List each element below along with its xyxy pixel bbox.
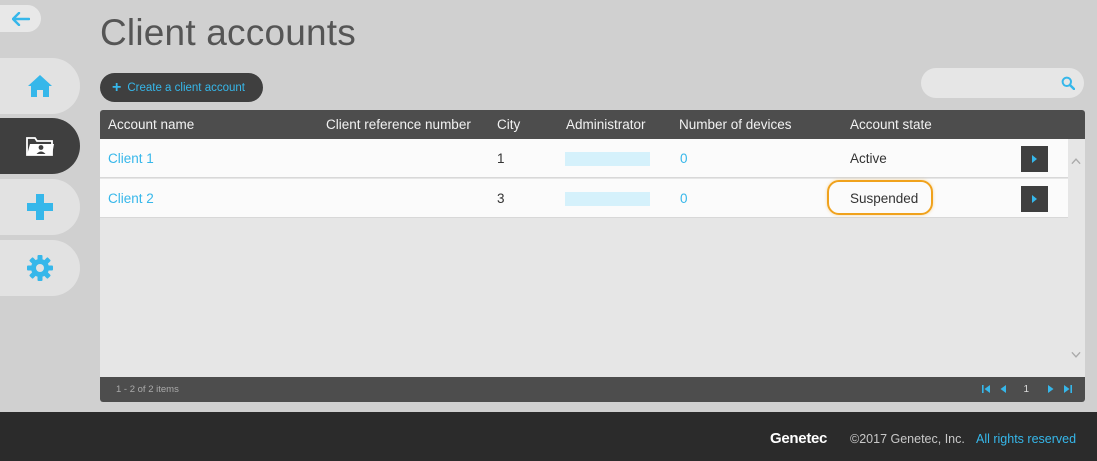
column-header-account-name[interactable]: Account name	[108, 117, 194, 132]
open-account-button[interactable]	[1021, 186, 1048, 212]
home-icon	[28, 75, 52, 97]
last-page-icon[interactable]	[1061, 383, 1073, 395]
column-header-city[interactable]: City	[497, 117, 520, 132]
folder-user-icon	[26, 137, 54, 156]
vertical-scrollbar[interactable]	[1068, 139, 1085, 377]
account-state-cell: Active	[850, 151, 887, 166]
items-count: 1 - 2 of 2 items	[116, 384, 179, 395]
administrator-cell	[565, 152, 650, 166]
arrow-left-icon	[11, 11, 30, 26]
table-row[interactable]: Client 2 3 0 Suspended	[100, 179, 1068, 218]
column-header-number-of-devices[interactable]: Number of devices	[679, 117, 792, 132]
administrator-cell	[565, 192, 650, 206]
column-header-client-reference-number[interactable]: Client reference number	[326, 117, 471, 132]
account-name-link[interactable]: Client 1	[108, 151, 154, 166]
account-state-cell: Suspended	[850, 191, 919, 206]
back-button[interactable]	[0, 5, 41, 32]
search-input[interactable]	[935, 74, 1055, 92]
create-button-label: Create a client account	[127, 81, 245, 94]
previous-page-icon[interactable]	[997, 383, 1009, 395]
table-header: Account name Client reference number Cit…	[100, 110, 1085, 139]
create-client-account-button[interactable]: + Create a client account	[100, 73, 263, 102]
account-name-link[interactable]: Client 2	[108, 191, 154, 206]
city-cell: 3	[497, 191, 505, 206]
sidebar-item-settings[interactable]	[0, 240, 80, 296]
next-page-icon[interactable]	[1044, 383, 1056, 395]
search-box[interactable]	[921, 68, 1084, 98]
devices-count-link[interactable]: 0	[680, 191, 688, 206]
sidebar-item-add[interactable]	[0, 179, 80, 235]
all-rights-reserved-link[interactable]: All rights reserved	[976, 432, 1076, 446]
devices-count-link[interactable]: 0	[680, 151, 688, 166]
sidebar-item-home[interactable]	[0, 58, 80, 114]
gear-icon	[27, 255, 53, 281]
first-page-icon[interactable]	[980, 383, 992, 395]
plus-icon: +	[112, 78, 122, 96]
chevron-up-icon[interactable]	[1071, 156, 1081, 166]
chevron-down-icon[interactable]	[1071, 350, 1081, 360]
copyright-text: ©2017 Genetec, Inc.	[850, 432, 965, 446]
city-cell: 1	[497, 151, 505, 166]
column-header-account-state[interactable]: Account state	[850, 117, 932, 132]
pagination: 1	[975, 383, 1073, 395]
table-row[interactable]: Client 1 1 0 Active	[100, 139, 1068, 178]
page-title: Client accounts	[100, 12, 356, 53]
current-page-number[interactable]: 1	[1023, 384, 1029, 395]
column-header-administrator[interactable]: Administrator	[566, 117, 646, 132]
genetec-logo: Genetec	[770, 430, 828, 447]
client-accounts-table: Account name Client reference number Cit…	[100, 110, 1085, 402]
play-arrow-icon	[1032, 155, 1037, 163]
search-icon[interactable]	[1061, 76, 1075, 90]
plus-icon	[27, 194, 53, 220]
sidebar-item-client-accounts[interactable]	[0, 118, 80, 174]
open-account-button[interactable]	[1021, 146, 1048, 172]
table-footer: 1 - 2 of 2 items 1	[100, 377, 1085, 402]
page-footer: Genetec ©2017 Genetec, Inc. All rights r…	[0, 412, 1097, 461]
play-arrow-icon	[1032, 195, 1037, 203]
